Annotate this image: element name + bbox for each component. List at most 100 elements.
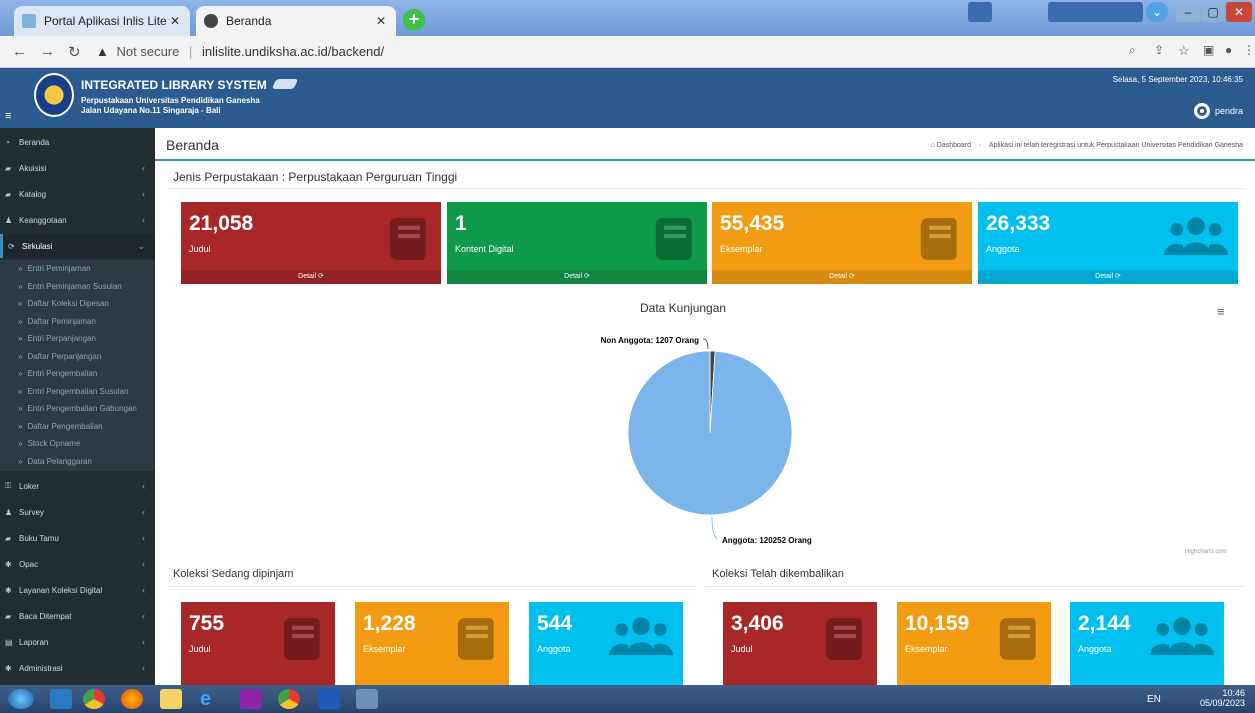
app-header: ≡ INTEGRATED LIBRARY SYSTEM Perpustakaan… <box>0 68 1255 128</box>
app-icon[interactable] <box>240 689 262 709</box>
sidebar-subitem[interactable]: » Daftar Perpanjangan <box>0 347 155 366</box>
account-icon[interactable]: ● <box>1225 43 1232 57</box>
gear-icon: ✱ <box>5 663 12 673</box>
sidebar-subitem-label: Daftar Koleksi Dipesan <box>27 299 109 308</box>
language-indicator[interactable]: EN <box>1147 694 1161 705</box>
close-window-icon[interactable]: ✕ <box>1226 2 1252 22</box>
stat-box-anggota[interactable]: 2,144 Anggota <box>1070 602 1224 685</box>
clock[interactable]: 10:46 05/09/2023 <box>1200 688 1245 708</box>
minimize-icon[interactable]: – <box>1176 2 1200 22</box>
media-player-icon[interactable] <box>50 689 72 709</box>
sidebar-item-katalog[interactable]: ▰ Katalog ‹ <box>0 182 155 206</box>
sidebar-item-label: Keanggotaan <box>19 215 67 225</box>
folder-icon[interactable] <box>160 689 182 709</box>
url-input[interactable]: ▲ Not secure | inlislite.undiksha.ac.id/… <box>96 41 1206 63</box>
sidebar-subitem[interactable]: » Data Pelanggaran <box>0 452 155 471</box>
sidebar-item-baca-ditempat[interactable]: ▰ Baca Ditempat ‹ <box>0 604 155 628</box>
sidebar-subitem[interactable]: » Entri Peminjaman <box>0 260 155 278</box>
extension-badge[interactable] <box>1048 2 1143 22</box>
sidebar-item-akuisisi[interactable]: ▰ Akuisisi ‹ <box>0 156 155 180</box>
start-button-icon[interactable] <box>8 689 34 709</box>
sidebar-item-label: Sirkulasi <box>22 241 53 251</box>
maximize-icon[interactable]: ▢ <box>1201 2 1225 22</box>
paint-icon[interactable] <box>356 689 378 709</box>
sidepanel-icon[interactable]: ▣ <box>1203 43 1214 57</box>
book-icon: ▰ <box>5 533 12 543</box>
back-icon[interactable]: ← <box>12 43 27 60</box>
avatar <box>1193 103 1210 119</box>
sub-prefix-icon: » <box>18 456 23 466</box>
firefox-icon[interactable] <box>121 689 143 709</box>
detail-link[interactable]: Detail ⟳ <box>978 270 1238 284</box>
tab-label: Beranda <box>226 14 272 28</box>
forward-icon[interactable]: → <box>40 43 55 60</box>
new-tab-button[interactable]: + <box>403 9 425 31</box>
sidebar-subitem-label: Daftar Peminjaman <box>27 316 96 326</box>
stat-box-eksemplar[interactable]: 10,159 Eksemplar <box>897 602 1051 685</box>
label-connector <box>702 338 709 350</box>
sidebar-subitem[interactable]: » Entri Pengembalian <box>0 365 155 383</box>
sidebar-item-laporan[interactable]: ▤ Laporan ‹ <box>0 630 155 654</box>
sidebar-item-sirkulasi[interactable]: ⟳ Sirkulasi ⌄ <box>0 234 155 258</box>
chrome-icon[interactable] <box>83 689 105 709</box>
reload-icon[interactable]: ↻ <box>68 43 81 61</box>
sidebar-subitem-label: Entri Pengembalian <box>27 369 98 378</box>
tab-beranda[interactable]: Beranda ✕ <box>196 6 396 36</box>
sidebar-subitem-label: Entri Pengembalian Susulan <box>27 386 129 396</box>
hamburger-icon[interactable]: ≡ <box>5 110 11 122</box>
stat-value: 544 <box>537 612 573 635</box>
stat-box-eksemplar[interactable]: 1,228 Eksemplar <box>355 602 509 685</box>
refresh-icon: ⟳ <box>8 241 15 251</box>
stat-box-judul[interactable]: 755 Judul <box>181 602 335 685</box>
breadcrumb-home[interactable]: Dashboard <box>937 142 971 149</box>
url-separator: | <box>189 44 193 59</box>
key-icon: ⚿ <box>5 481 12 490</box>
sidebar-item-administrasi[interactable]: ✱ Administrasi ‹ <box>0 656 155 680</box>
ie-icon[interactable]: e <box>200 689 222 709</box>
sidebar-item-loker[interactable]: ⚿ Loker ‹ <box>0 474 155 498</box>
university-logo <box>34 73 74 117</box>
sidebar-subitem[interactable]: » Entri Pengembalian Gabungan <box>0 400 155 418</box>
sidebar-subitem[interactable]: » Daftar Peminjaman <box>0 312 155 331</box>
sidebar-subitem[interactable]: » Entri Peminjaman Susulan <box>0 277 155 296</box>
stat-box-kontent-digital[interactable]: 1 Kontent Digital Detail ⟳ <box>447 202 707 284</box>
word-icon[interactable] <box>318 689 340 709</box>
share-icon[interactable]: ⇪ <box>1154 43 1164 57</box>
detail-link[interactable]: Detail ⟳ <box>181 270 441 284</box>
sidebar-item-keanggotaan[interactable]: ♟ Keanggotaan ‹ <box>0 208 155 232</box>
stat-box-anggota[interactable]: 544 Anggota <box>529 602 683 685</box>
stat-box-judul[interactable]: 3,406 Judul <box>723 602 877 685</box>
sidebar-subitem[interactable]: » Daftar Pengembalian <box>0 417 155 436</box>
sidebar-item-buku-tamu[interactable]: ▰ Buku Tamu ‹ <box>0 526 155 550</box>
chart-credits[interactable]: Highcharts.com <box>1185 549 1227 555</box>
profile-icon[interactable] <box>968 2 992 22</box>
menu-kebab-icon[interactable]: ⋮ <box>1243 43 1255 57</box>
sidebar-item-beranda[interactable]: ◔ Beranda <box>0 130 155 154</box>
sidebar-subitem[interactable]: » Entri Perpanjangan <box>0 330 155 348</box>
breadcrumb-note: Aplikasi ini telah teregistrasi untuk Pe… <box>988 142 1243 149</box>
bookmark-star-icon[interactable]: ☆ <box>1178 43 1190 59</box>
close-tab-icon[interactable]: ✕ <box>376 14 386 28</box>
chevron-down-icon[interactable]: ⌄ <box>1146 2 1168 22</box>
pie-chart: Non Anggota: 1207 Orang Anggota: 120252 O… <box>601 336 812 545</box>
sidebar-item-layanan-koleksi-digital[interactable]: ✱ Layanan Koleksi Digital ‹ <box>0 578 155 602</box>
sidebar-item-label: Opac <box>19 559 39 569</box>
stat-box-anggota[interactable]: 26,333 Anggota Detail ⟳ <box>978 202 1238 284</box>
zoom-icon[interactable]: ⌕ <box>1129 43 1136 58</box>
sidebar-item-survey[interactable]: ♟ Survey ‹ <box>0 500 155 524</box>
sidebar-subitem[interactable]: » Daftar Koleksi Dipesan <box>0 295 155 313</box>
tab-portal[interactable]: Portal Aplikasi Inlis Lite ✕ <box>14 6 190 36</box>
sidebar-subitem[interactable]: » Stock Opname <box>0 435 155 453</box>
user-menu[interactable]: pendra <box>1193 103 1243 119</box>
warning-icon: ▲ <box>96 44 109 59</box>
close-tab-icon[interactable]: ✕ <box>170 14 180 28</box>
pie-slice-anggota[interactable] <box>627 350 793 516</box>
sidebar-subitem[interactable]: » Entri Pengembalian Susulan <box>0 382 155 401</box>
detail-link[interactable]: Detail ⟳ <box>447 270 707 284</box>
sidebar-item-opac[interactable]: ✱ Opac ‹ <box>0 552 155 576</box>
stat-box-judul[interactable]: 21,058 Judul Detail ⟳ <box>181 202 441 284</box>
stat-box-eksemplar[interactable]: 55,435 Eksemplar Detail ⟳ <box>712 202 972 284</box>
book-icon <box>823 614 867 669</box>
chrome-icon[interactable] <box>278 689 300 709</box>
detail-link[interactable]: Detail ⟳ <box>712 270 972 284</box>
